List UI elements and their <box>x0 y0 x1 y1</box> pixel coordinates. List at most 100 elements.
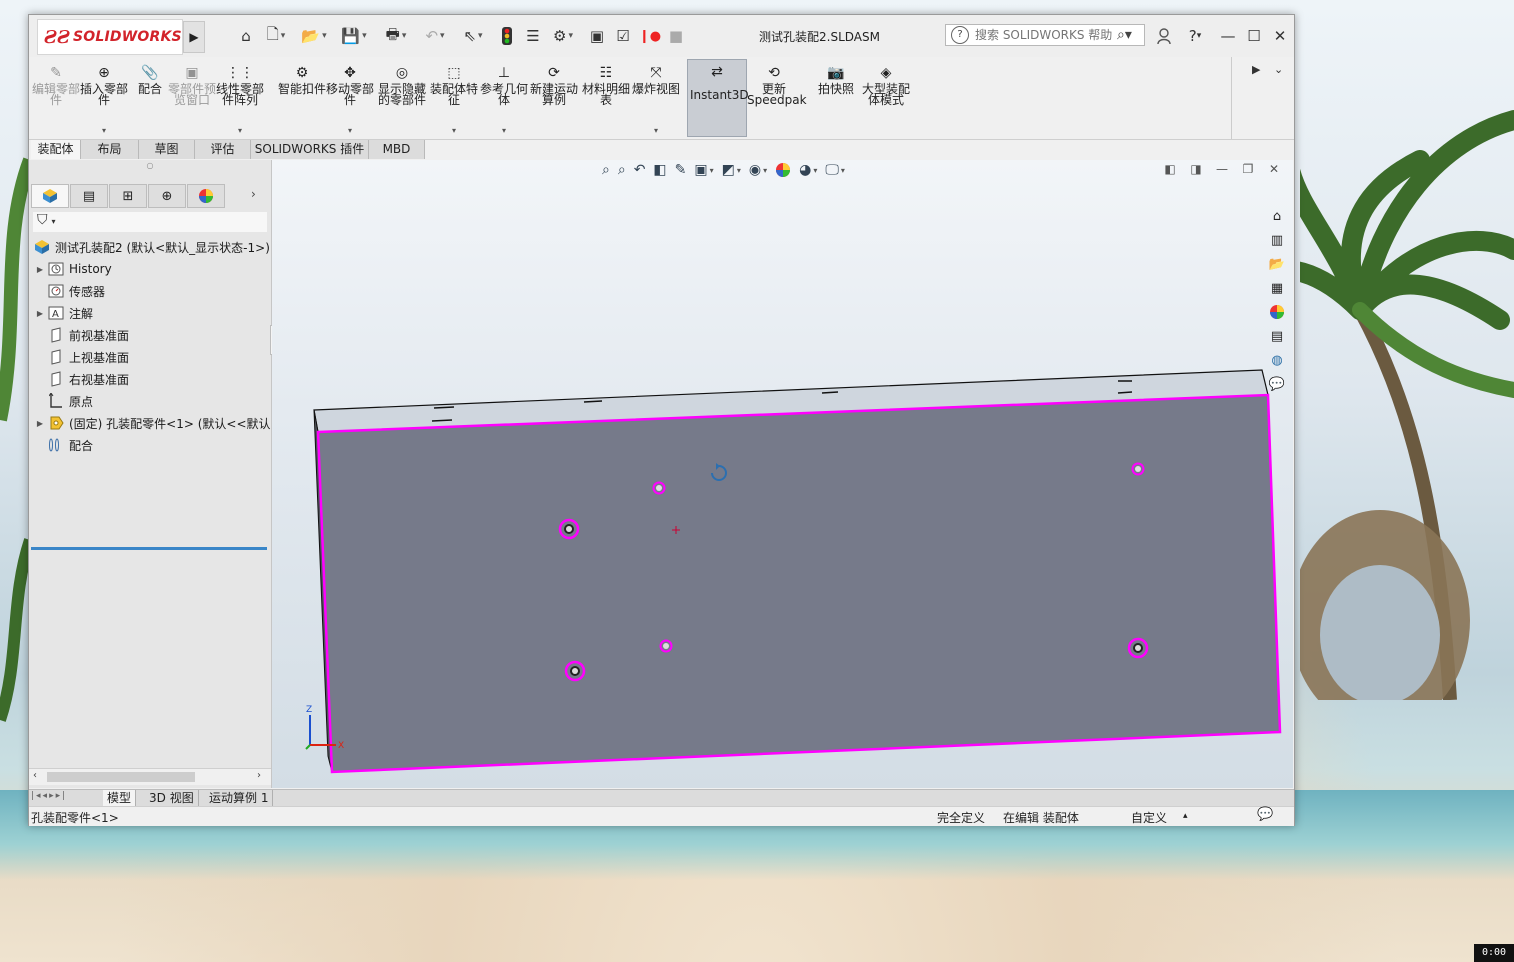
cmd-button[interactable]: ▣ 零部件预览窗口 <box>167 61 217 137</box>
model-tab-0[interactable]: 模型 <box>103 790 137 806</box>
cmd-button[interactable]: ⇄ Instant3D <box>687 59 749 137</box>
scroll-right-icon[interactable]: › <box>257 770 261 781</box>
solidworks-resources-icon[interactable]: ⌂ <box>1266 205 1288 227</box>
feature-tree-tab-icon[interactable] <box>31 184 69 208</box>
tree-item[interactable]: ▶ History <box>29 258 271 280</box>
cmd-button[interactable]: ⊥ 参考几何体 ▾ <box>479 61 529 137</box>
dropdown-arrow-icon[interactable]: ▾ <box>654 126 658 135</box>
filter-icon[interactable]: ⛉ ▾ <box>37 212 56 228</box>
edit-appearance-icon[interactable] <box>775 162 791 178</box>
checklist-icon[interactable]: ☑ <box>612 26 634 46</box>
cmd-button[interactable]: ⬚ 装配体特征 ▾ <box>429 61 479 137</box>
zoom-to-area-icon[interactable]: ⌕ <box>618 162 626 178</box>
help-button[interactable]: ? ▾ <box>1179 25 1211 47</box>
dimxpert-tab-icon[interactable]: ⊕ <box>148 184 186 208</box>
tab-5[interactable]: MBD <box>369 140 425 159</box>
rebuild-icon[interactable]: ▣ <box>586 26 608 46</box>
tab-3[interactable]: 评估 <box>195 140 251 159</box>
zoom-to-fit-icon[interactable]: ⌕ <box>602 162 610 178</box>
tree-filter[interactable]: ⛉ ▾ <box>33 212 267 232</box>
help-search-box[interactable]: ? ⌕▾ <box>945 24 1145 46</box>
panel-grip[interactable]: ○ <box>29 160 271 172</box>
minimize-button[interactable]: — <box>1217 25 1239 47</box>
dropdown-arrow-icon[interactable]: ▾ <box>452 126 456 135</box>
viewport-restore-icon[interactable]: ❐ <box>1235 162 1261 176</box>
cmd-button[interactable]: ◈ 大型装配体模式 <box>861 61 911 137</box>
feedback-icon[interactable]: 💬 <box>1266 373 1288 395</box>
tooltips-icon[interactable]: 💬 <box>1257 807 1273 822</box>
dropdown-arrow-icon[interactable]: ▾ <box>102 126 106 135</box>
rollback-bar[interactable] <box>31 547 267 550</box>
dynamic-annotation-icon[interactable]: ✎ <box>675 162 687 178</box>
tree-root[interactable]: 测试孔装配2 (默认<默认_显示状态-1>) <box>29 236 271 258</box>
more-tabs-icon[interactable]: › <box>251 187 256 201</box>
file-explorer-icon[interactable]: 📂 <box>1266 253 1288 275</box>
cmd-button[interactable]: ✥ 移动零部件 ▾ <box>325 61 375 137</box>
dropdown-arrow-icon[interactable]: ▾ <box>348 126 352 135</box>
tree-item[interactable]: 配合 <box>29 434 271 456</box>
forum-icon[interactable]: ◍ <box>1266 349 1288 371</box>
open-icon[interactable]: 📂 <box>299 26 329 46</box>
tab-1[interactable]: 布局 <box>81 140 139 159</box>
model-viewport[interactable]: Z X <box>272 160 1293 788</box>
cmd-button[interactable]: ⤧ 爆炸视图 ▾ <box>631 61 681 137</box>
stop-icon[interactable]: ■ <box>667 26 685 46</box>
cmd-button[interactable]: ⟲ 更新Speedpak <box>747 61 807 137</box>
tree-item[interactable]: 前视基准面 <box>29 324 271 346</box>
expand-arrow-icon[interactable]: ▶ <box>35 419 45 428</box>
tile-left-icon[interactable]: ◧ <box>1157 162 1183 176</box>
cmd-button[interactable]: 📷 拍快照 <box>811 61 861 137</box>
user-icon[interactable] <box>1153 25 1175 47</box>
cmd-button[interactable]: ⚙ 智能扣件 <box>277 61 327 137</box>
tree-item[interactable]: 上视基准面 <box>29 346 271 368</box>
configuration-manager-tab-icon[interactable]: ⊞ <box>109 184 147 208</box>
cmd-button[interactable]: ☷ 材料明细表 <box>581 61 631 137</box>
cmd-button[interactable]: ⊕ 插入零部件 ▾ <box>79 61 129 137</box>
menu-expand-button[interactable]: ▶ <box>183 21 205 53</box>
tree-item[interactable]: ▶ A 注解 <box>29 302 271 324</box>
home-icon[interactable]: ⌂ <box>235 26 257 46</box>
view-orientation-icon[interactable]: ▣ <box>694 162 713 178</box>
tree-item[interactable]: 原点 <box>29 390 271 412</box>
close-button[interactable]: ✕ <box>1269 25 1291 47</box>
tab-0[interactable]: 装配体 <box>31 140 81 159</box>
file-properties-icon[interactable]: ☰ <box>523 26 543 46</box>
search-icon[interactable]: ⌕▾ <box>1117 27 1132 43</box>
graphics-area[interactable]: Z X ⌕ ⌕ ↶ ◧ ✎ ▣ ◩ ◉ ◕ 🖵 ◧ ◨ — ❐ ✕ <box>272 160 1293 788</box>
record-icon[interactable]: ❙● <box>638 26 662 46</box>
undo-icon[interactable]: ↶ <box>419 26 451 46</box>
display-manager-tab-icon[interactable] <box>187 184 225 208</box>
help-search-input[interactable] <box>973 27 1117 43</box>
tab-2[interactable]: 草图 <box>139 140 195 159</box>
model-tab-1[interactable]: 3D 视图 <box>145 790 199 806</box>
previous-view-icon[interactable]: ↶ <box>634 162 646 178</box>
expand-arrow-icon[interactable]: ▶ <box>35 309 45 318</box>
viewport-minimize-icon[interactable]: — <box>1209 162 1235 176</box>
dropdown-arrow-icon[interactable]: ▾ <box>502 126 506 135</box>
view-palette-icon[interactable]: ▦ <box>1266 277 1288 299</box>
tree-item[interactable]: ▶ (固定) 孔装配零件<1> (默认<<默认 <box>29 412 271 434</box>
apply-scene-icon[interactable]: ◕ <box>799 162 817 178</box>
cmd-button[interactable]: ✎ 编辑零部件 <box>31 61 81 137</box>
viewport-close-icon[interactable]: ✕ <box>1261 162 1287 176</box>
cmd-button[interactable]: ⟳ 新建运动算例 <box>529 61 579 137</box>
traffic-light-icon[interactable] <box>499 26 515 46</box>
section-view-icon[interactable]: ◧ <box>653 162 666 178</box>
hide-show-items-icon[interactable]: ◉ <box>749 162 767 178</box>
cmd-button[interactable]: ◎ 显示隐藏的零部件 <box>377 61 427 137</box>
collapse-icon[interactable]: ⌄ <box>1274 63 1283 76</box>
solidworks-logo[interactable]: ƧƧ SOLIDWORKS <box>37 19 183 55</box>
units-arrow-icon[interactable]: ▴ <box>1183 811 1188 821</box>
scroll-left-icon[interactable]: ‹ <box>33 770 37 781</box>
maximize-button[interactable]: ☐ <box>1243 25 1265 47</box>
tile-right-icon[interactable]: ◨ <box>1183 162 1209 176</box>
dropdown-arrow-icon[interactable]: ▾ <box>238 126 242 135</box>
horizontal-scrollbar[interactable]: ‹ › <box>29 768 271 785</box>
select-icon[interactable]: ⇖ <box>457 26 489 46</box>
tab-4[interactable]: SOLIDWORKS 插件 <box>251 140 369 159</box>
expand-right-icon[interactable]: ▶ <box>1252 63 1260 76</box>
cmd-button[interactable]: ⋮⋮ 线性零部件阵列 ▾ <box>215 61 265 137</box>
appearances-icon[interactable] <box>1266 301 1288 323</box>
expand-arrow-icon[interactable]: ▶ <box>35 265 45 274</box>
print-icon[interactable]: 🖶 <box>379 25 413 46</box>
